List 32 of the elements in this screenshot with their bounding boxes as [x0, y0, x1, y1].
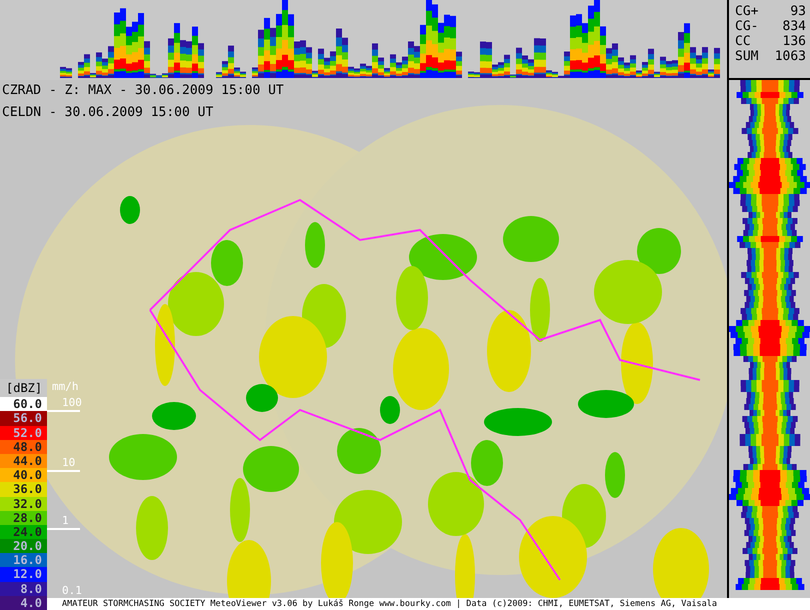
legend-swatch: 4.0 — [0, 596, 47, 610]
legend-swatch: 60.0 — [0, 397, 47, 412]
legend-swatch: 44.0 — [0, 454, 47, 468]
rain-rate-mark: 10 — [62, 456, 76, 469]
stat-value: 1063 — [774, 49, 806, 64]
legend-unit: [dBZ] — [0, 379, 47, 398]
radar-caption: CELDN - 30.06.2009 15:00 UT — [1, 104, 214, 122]
legend-swatch: 56.0 — [0, 411, 47, 426]
legend-swatch: 48.0 — [0, 440, 47, 454]
stat-value: 93 — [790, 4, 806, 19]
rain-rate-mark: 0.1 — [62, 584, 82, 597]
footer-credits: AMATEUR STORMCHASING SOCIETY MeteoViewer v3.06 by Lukáš Ronge www.bourky.com | Data (c)2009: CHMI, EUMETSAT, Siemens AG, Vaisala — [62, 598, 718, 610]
stat-value: 136 — [782, 34, 806, 49]
rain-rate-unit: mm/h — [52, 380, 78, 393]
rain-rate-mark: 100 — [62, 396, 82, 409]
legend-swatch: 8.0 — [0, 582, 47, 596]
radar-caption: CZRAD - Z: MAX - 30.06.2009 15:00 UT — [1, 82, 284, 100]
stat-label: SUM — [735, 49, 758, 64]
legend-swatch: 40.0 — [0, 468, 47, 482]
legend-swatch: 16.0 — [0, 553, 47, 568]
legend-swatch: 32.0 — [0, 496, 47, 511]
legend-swatch: 20.0 — [0, 539, 47, 554]
legend-swatch: 28.0 — [0, 510, 47, 525]
rain-rate-mark: 1 — [62, 514, 69, 527]
legend-swatch: 12.0 — [0, 567, 47, 582]
legend-swatch: 24.0 — [0, 524, 47, 540]
legend-swatch: 52.0 — [0, 426, 47, 440]
stat-label: CC — [735, 34, 751, 49]
stat-label: CG- — [735, 19, 758, 34]
stat-value: 834 — [782, 19, 806, 34]
stat-label: CG+ — [735, 4, 758, 19]
legend-swatch: 36.0 — [0, 482, 47, 496]
